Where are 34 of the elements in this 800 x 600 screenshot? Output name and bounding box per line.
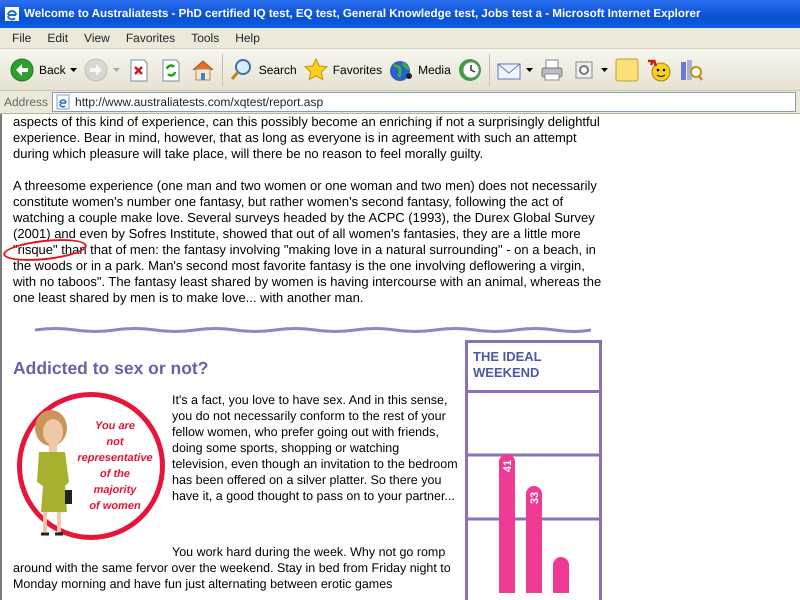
menu-item[interactable]: Favorites bbox=[118, 27, 184, 49]
menu-item[interactable]: View bbox=[76, 27, 118, 49]
browser-logo-icon bbox=[4, 6, 20, 22]
value-label: 41 bbox=[502, 460, 514, 472]
caret-icon bbox=[112, 68, 120, 72]
value-label: 33 bbox=[529, 492, 541, 504]
search-button[interactable]: Search bbox=[226, 54, 300, 84]
arrow-right-icon bbox=[82, 56, 109, 82]
caret-icon bbox=[600, 68, 608, 72]
favorites-button[interactable]: Favorites bbox=[300, 54, 386, 84]
chart-title: THE IDEAL WEEKEND bbox=[468, 343, 599, 393]
star-icon bbox=[302, 56, 329, 82]
menu-item[interactable]: Tools bbox=[183, 27, 228, 49]
menu-item[interactable]: Help bbox=[227, 27, 268, 49]
paragraph: You work hard during the week. Why not go romp around with the same fervor over the weekend. Stay in bed from Friday night to Monday morning and have fun just alternating between erotic games bbox=[13, 544, 452, 592]
page-e-icon bbox=[55, 94, 72, 110]
media-button[interactable]: Media bbox=[385, 54, 454, 84]
smiley-icon bbox=[646, 56, 672, 82]
caret-icon bbox=[526, 68, 533, 72]
sticky-note-icon bbox=[614, 56, 640, 82]
url-text: http://www.australiatests.com/xqtest/report.asp bbox=[75, 94, 324, 111]
printer-icon bbox=[538, 56, 565, 82]
address-label: Address bbox=[4, 94, 48, 111]
arrow-left-icon bbox=[9, 56, 35, 82]
window-title: Welcome to Australiatests - PhD certified IQ test, EQ test, General Knowledge test, Jobs test a - Microsoft Internet Explorer bbox=[24, 6, 700, 22]
badge-text: You are not representative of the majority of women bbox=[76, 419, 154, 514]
paragraph: aspects of this kind of experience, can this possibly become an enriching if not a surprisingly delightful experience. Bear in mind, however, that as long as everyone is in agreement with such an attempt during which pleasure will take place, will there be no reason to feel morally guilty. bbox=[13, 114, 601, 162]
paragraph: It's a fact, you love to have sex. And in this sense, you do not necessarily conform to the rest of your fellow women, who prefer going out with friends, doing some sports, shopping or watching television, even though an invitation to the bedroom has been offered on a silver platter. So there you have it, a good thought to pass on to your partner... bbox=[172, 392, 458, 505]
section-heading: Addicted to sex or not? bbox=[13, 360, 210, 376]
menu-item[interactable]: Edit bbox=[39, 27, 76, 49]
back-button[interactable]: Back bbox=[6, 54, 80, 84]
menu-item[interactable]: File bbox=[4, 27, 40, 49]
caret-icon bbox=[70, 68, 77, 72]
address-field[interactable]: http://www.australiatests.com/xqtest/report.asp bbox=[52, 92, 796, 112]
